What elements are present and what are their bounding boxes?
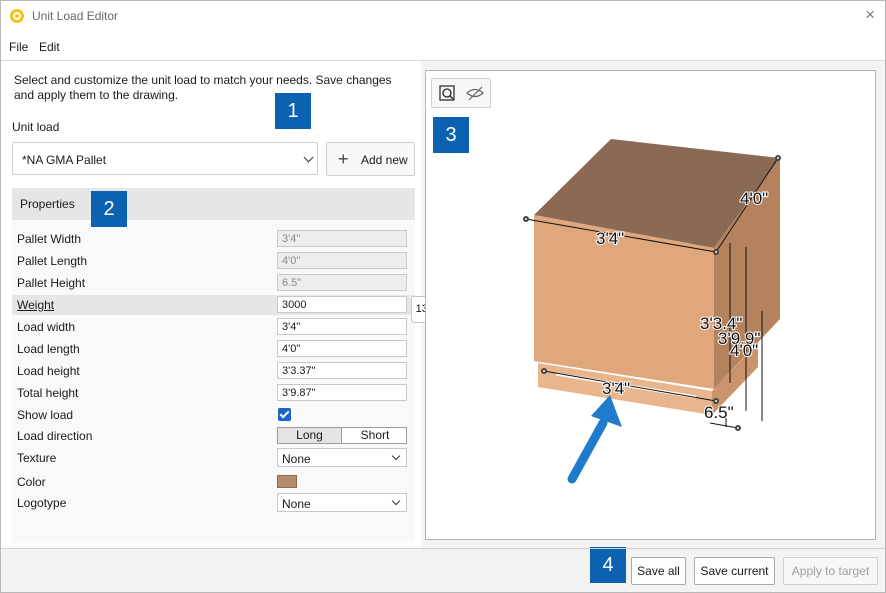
properties-header: Properties	[12, 188, 415, 220]
save-all-button[interactable]: Save all	[631, 557, 686, 585]
properties-title: Properties	[20, 197, 75, 211]
close-icon[interactable]: ×	[865, 6, 875, 24]
row-pallet-length: Pallet Length 4'0"	[12, 251, 415, 271]
row-total-height: Total height 3'9.87"	[12, 383, 415, 403]
logotype-value: None	[282, 497, 311, 511]
field-weight[interactable]: 3000	[277, 296, 407, 313]
dim-label-pallet-width: 3'4"	[602, 379, 630, 398]
save-current-button[interactable]: Save current	[694, 557, 775, 585]
label-color: Color	[17, 475, 46, 489]
callout-badge-3: 3	[433, 117, 469, 153]
row-pallet-height: Pallet Height 6.5"	[12, 273, 415, 293]
row-show-load: Show load	[12, 405, 415, 425]
label-pallet-width: Pallet Width	[17, 232, 82, 246]
blue-direction-arrow	[567, 395, 622, 484]
label-load-length: Load length	[17, 342, 80, 356]
row-load-height: Load height 3'3.37"	[12, 361, 415, 381]
menu-bar: File Edit	[1, 32, 885, 60]
chevron-down-icon	[391, 496, 401, 506]
3d-scene: 3'4" 4'0" 3'4" 6.5" 3'3.4" 3'9.9" 4'0"	[523, 139, 781, 484]
row-load-length: Load length 4'0"	[12, 339, 415, 359]
zoom-fit-icon[interactable]	[436, 83, 458, 104]
label-texture: Texture	[17, 451, 57, 465]
add-new-label: Add new	[361, 153, 408, 167]
row-weight: Weight 3000	[12, 295, 415, 315]
callout-badge-2: 2	[91, 191, 127, 227]
menu-file[interactable]: File	[9, 40, 28, 54]
field-load-height[interactable]: 3'3.37"	[277, 362, 407, 379]
logotype-select[interactable]: None	[277, 493, 407, 512]
label-show-load: Show load	[17, 408, 74, 422]
plus-icon: +	[338, 149, 349, 169]
hide-dimensions-icon[interactable]	[464, 83, 486, 104]
chevron-down-icon	[303, 152, 314, 163]
callout-badge-4: 4	[590, 547, 626, 583]
color-swatch[interactable]	[277, 475, 297, 488]
view-toolbar	[431, 78, 491, 108]
app-logo-icon	[10, 9, 24, 23]
row-pallet-width: Pallet Width 3'4"	[12, 229, 415, 249]
chevron-down-icon	[391, 451, 401, 461]
row-color: Color	[12, 472, 415, 492]
unit-load-select[interactable]: *NA GMA Pallet	[12, 142, 318, 175]
field-pallet-height: 6.5"	[277, 274, 407, 291]
unit-load-value: *NA GMA Pallet	[22, 153, 107, 167]
option-short[interactable]: Short	[343, 428, 407, 443]
label-pallet-length: Pallet Length	[17, 254, 88, 268]
load-direction-toggle: Long Short	[277, 427, 407, 444]
window-title: Unit Load Editor	[32, 9, 119, 23]
apply-to-target-button[interactable]: Apply to target	[783, 557, 878, 585]
footer-divider	[1, 548, 885, 549]
texture-select[interactable]: None	[277, 448, 407, 467]
add-new-button[interactable]: + Add new	[326, 142, 415, 176]
label-pallet-height: Pallet Height	[17, 276, 86, 290]
label-load-width: Load width	[17, 320, 76, 334]
label-logotype: Logotype	[17, 496, 67, 510]
show-load-checkbox[interactable]	[278, 408, 291, 421]
field-load-width[interactable]: 3'4"	[277, 318, 407, 335]
dim-label-stack-3: 4'0"	[730, 341, 758, 360]
row-load-width: Load width 3'4"	[12, 317, 415, 337]
title-bar: Unit Load Editor ×	[1, 1, 885, 32]
field-load-length[interactable]: 4'0"	[277, 340, 407, 357]
properties-grid: Pallet Width 3'4" Pallet Length 4'0" Pal…	[12, 220, 415, 543]
field-pallet-width: 3'4"	[277, 230, 407, 247]
unit-load-label: Unit load	[12, 120, 60, 134]
label-load-height: Load height	[17, 364, 80, 378]
label-total-height: Total height	[17, 386, 79, 400]
row-logotype: Logotype None	[12, 493, 415, 513]
dim-label-pallet-height: 6.5"	[704, 403, 734, 422]
label-weight: Weight	[17, 298, 55, 312]
menu-edit[interactable]: Edit	[39, 40, 60, 54]
field-total-height[interactable]: 3'9.87"	[277, 384, 407, 401]
option-long[interactable]: Long	[278, 428, 342, 443]
unit-load-editor-window: Unit Load Editor × File Edit Select and …	[0, 0, 886, 593]
row-load-direction: Load direction Long Short	[12, 426, 415, 446]
field-pallet-length: 4'0"	[277, 252, 407, 269]
texture-value: None	[282, 452, 311, 466]
left-panel: Select and customize the unit load to ma…	[1, 61, 421, 548]
callout-badge-1: 1	[275, 93, 311, 129]
dim-label-box-length: 4'0"	[740, 189, 768, 208]
instructions-text: Select and customize the unit load to ma…	[14, 73, 392, 102]
label-load-direction: Load direction	[17, 429, 93, 443]
row-texture: Texture None	[12, 448, 415, 468]
3d-viewport[interactable]: 3'4" 4'0" 3'4" 6.5" 3'3.4" 3'9.9" 4'0"	[425, 70, 876, 540]
dim-label-box-width: 3'4"	[596, 229, 624, 248]
